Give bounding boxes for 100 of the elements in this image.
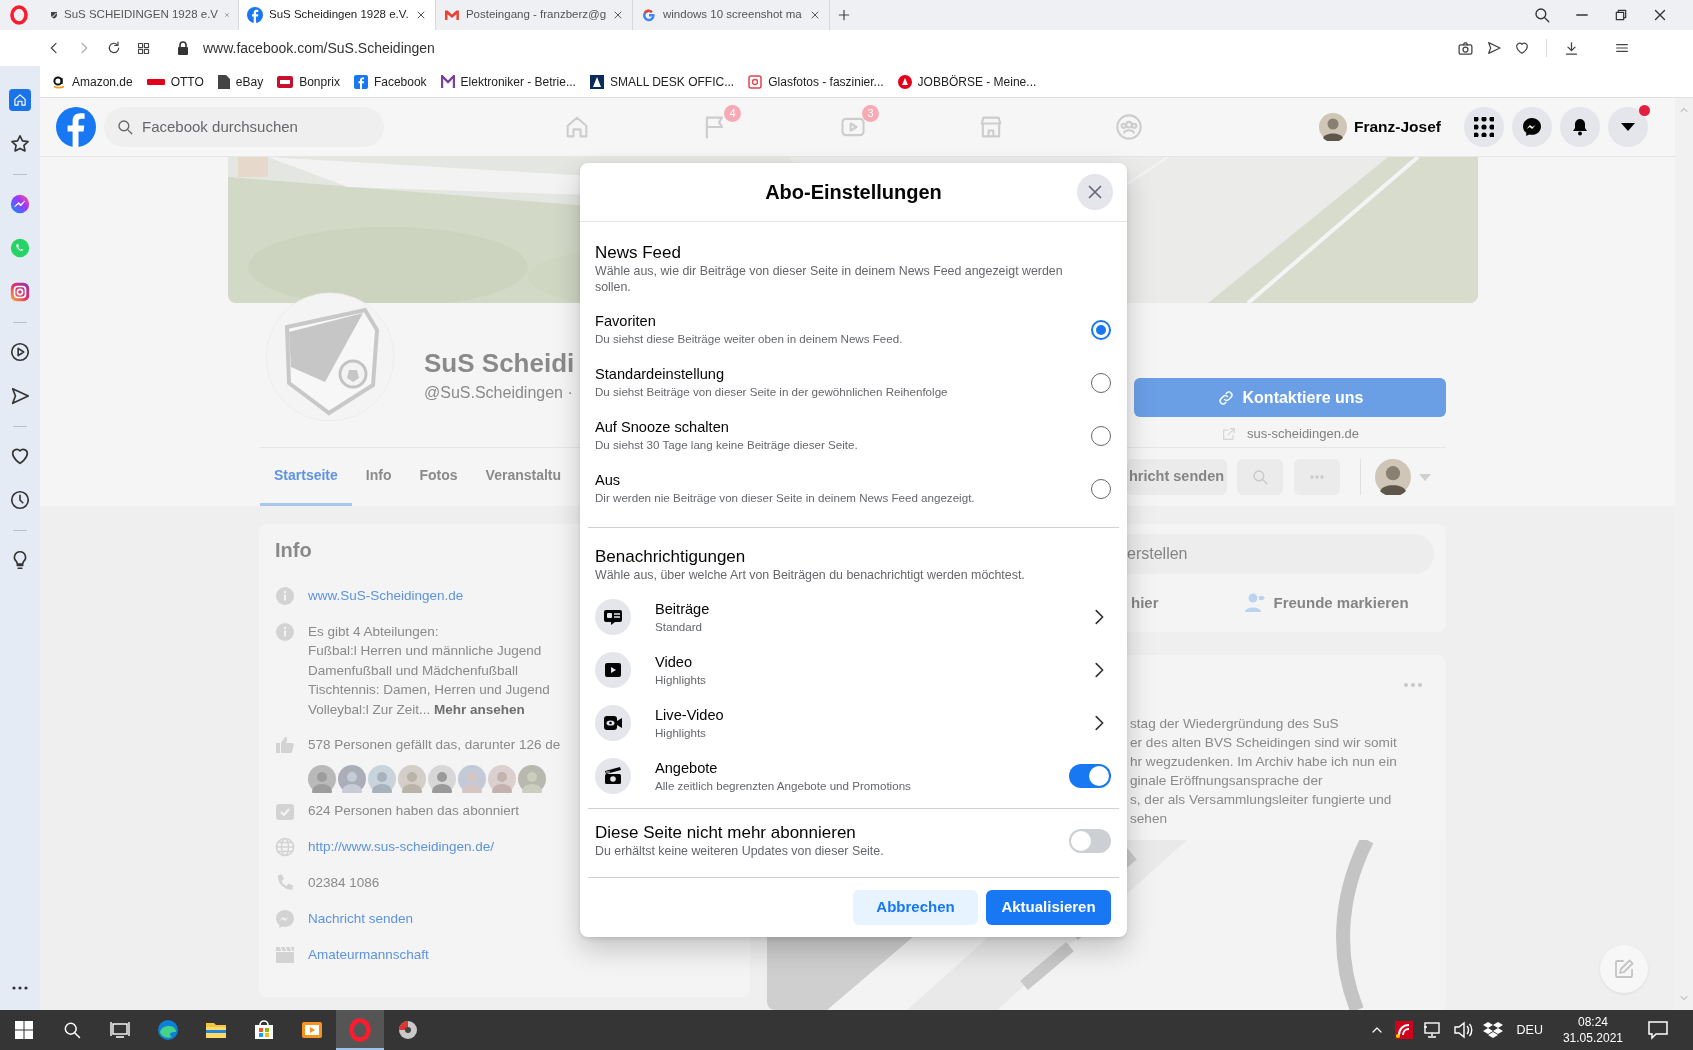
search-icon bbox=[1251, 468, 1269, 486]
notification-badge: 3 bbox=[862, 105, 879, 122]
notification-title: Video bbox=[655, 652, 694, 672]
facebook-logo-icon[interactable] bbox=[56, 107, 96, 147]
network-icon[interactable] bbox=[1422, 1021, 1443, 1039]
notification-title: Angebote bbox=[655, 758, 719, 778]
bookmark-link[interactable]: eBay bbox=[217, 72, 264, 91]
bookmark-link[interactable]: Facebook bbox=[353, 72, 427, 91]
toggle-switch[interactable] bbox=[1069, 829, 1111, 853]
volume-icon[interactable] bbox=[1452, 1021, 1473, 1039]
edit-icon bbox=[1612, 957, 1636, 981]
globe-icon bbox=[275, 837, 295, 858]
more-icon[interactable] bbox=[12, 986, 28, 990]
avatar bbox=[1319, 113, 1347, 141]
messenger-icon[interactable] bbox=[9, 193, 31, 215]
option-title: Standardeinstellung bbox=[595, 365, 725, 384]
search-input[interactable]: Facebook durchsuchen bbox=[142, 115, 362, 139]
avatar bbox=[1375, 459, 1411, 495]
play-icon[interactable] bbox=[9, 341, 31, 363]
option-description: Du siehst diese Beiträge weiter oben in deinem News Feed. bbox=[595, 331, 904, 347]
section-title: Info bbox=[275, 538, 312, 562]
search-bar[interactable]: Facebook durchsuchen bbox=[104, 107, 384, 147]
search-icon[interactable] bbox=[62, 1020, 82, 1040]
notification-subtitle: Highlights bbox=[655, 671, 707, 688]
ticket-icon bbox=[595, 758, 631, 794]
account-menu-button[interactable] bbox=[1608, 107, 1648, 147]
download-icon[interactable] bbox=[1563, 39, 1580, 57]
tabs-grid-icon[interactable] bbox=[136, 40, 151, 56]
shopping-bag-icon[interactable] bbox=[252, 1018, 276, 1042]
task-view-icon[interactable] bbox=[110, 1020, 130, 1040]
search-icon[interactable] bbox=[1533, 6, 1551, 24]
info-text: 624 Personen haben das abonniert bbox=[308, 802, 519, 821]
caret-icon bbox=[1621, 123, 1635, 131]
option-description: Dir werden nie Beiträge von dieser Seite in deinem News Feed angezeigt. bbox=[595, 490, 976, 506]
profile-link[interactable]: Franz-Josef bbox=[1319, 113, 1441, 141]
update-button[interactable]: Aktualisieren bbox=[986, 890, 1111, 925]
send-icon[interactable] bbox=[1486, 40, 1502, 56]
bookmark-link[interactable]: OTTO bbox=[146, 72, 204, 91]
facebook-icon bbox=[247, 7, 263, 23]
address-field[interactable]: www.facebook.com/SuS.Scheidingen bbox=[177, 37, 1397, 59]
notification-title: Live-Video bbox=[655, 705, 725, 725]
bookmark-link[interactable]: Elektroniker - Betrie... bbox=[440, 72, 576, 91]
bookmark-link[interactable]: Glasfotos - faszinier... bbox=[748, 72, 884, 91]
section-description: Du erhältst keine weiteren Updates von dieser Seite. bbox=[595, 843, 885, 859]
notification-title: Beiträge bbox=[655, 599, 711, 619]
language-indicator[interactable]: DEU bbox=[1516, 1020, 1543, 1040]
google-icon bbox=[641, 7, 657, 23]
m-shape-icon bbox=[440, 74, 455, 89]
lock-icon bbox=[177, 41, 189, 55]
notification-subtitle: Alle zeitlich begrenzten Angebote und Promotions bbox=[655, 777, 912, 794]
toggle-switch[interactable] bbox=[1069, 764, 1111, 788]
edge-icon[interactable] bbox=[156, 1018, 180, 1042]
plus-icon[interactable] bbox=[836, 7, 852, 23]
option-description: Du siehst Beiträge von dieser Seite in der gewöhnlichen Reihenfolge bbox=[595, 384, 949, 400]
star-icon[interactable] bbox=[9, 133, 31, 155]
notification-badge: 4 bbox=[724, 105, 741, 122]
taskbar-clock[interactable]: 08:24 31.05.2021 bbox=[1556, 1014, 1629, 1046]
bookmark-link[interactable]: SMALL DESK OFFIC... bbox=[589, 72, 735, 91]
home-icon[interactable] bbox=[9, 89, 31, 111]
box-icon[interactable] bbox=[1482, 1021, 1503, 1039]
option-title: Auf Snooze schalten bbox=[595, 418, 730, 437]
windows-icon[interactable] bbox=[15, 1021, 33, 1039]
photo-frame-icon bbox=[748, 74, 763, 89]
bookmark-link[interactable]: JOBBÖRSE - Meine... bbox=[897, 72, 1037, 91]
info-icon bbox=[275, 586, 295, 606]
instagram-icon[interactable] bbox=[9, 281, 31, 303]
facebook-icon bbox=[353, 74, 368, 89]
grid-icon bbox=[1474, 117, 1494, 137]
messenger-button[interactable] bbox=[1512, 107, 1552, 147]
messenger-icon bbox=[275, 909, 295, 930]
close-icon[interactable] bbox=[809, 9, 821, 21]
opera-logo-icon[interactable] bbox=[9, 5, 29, 25]
browser-tab[interactable]: SuS Scheidingen 1928 e.V. bbox=[239, 0, 436, 30]
camera-icon[interactable] bbox=[1457, 39, 1474, 57]
reload-icon[interactable] bbox=[106, 40, 122, 56]
heart-icon[interactable] bbox=[1514, 40, 1530, 56]
section-title: Benachrichtigungen bbox=[595, 547, 747, 567]
page-name: SuS Scheidi bbox=[424, 347, 575, 379]
section-title: Diese Seite nicht mehr abonnieren bbox=[595, 823, 857, 843]
clock-icon[interactable] bbox=[9, 489, 31, 511]
bell-icon bbox=[1570, 117, 1590, 137]
close-icon[interactable] bbox=[415, 9, 427, 21]
radio-button[interactable] bbox=[1091, 319, 1111, 340]
close-icon[interactable] bbox=[612, 9, 624, 21]
notification-icon[interactable] bbox=[1647, 1020, 1669, 1040]
cancel-button[interactable]: Abbrechen bbox=[853, 890, 978, 925]
bookmark-link[interactable]: Bonprix bbox=[277, 72, 340, 91]
send-icon[interactable] bbox=[9, 385, 31, 407]
restore-icon[interactable] bbox=[1613, 7, 1629, 23]
website-link[interactable]: sus-scheidingen.de bbox=[1247, 424, 1359, 444]
ball-icon[interactable] bbox=[396, 1018, 420, 1042]
option-title: Aus bbox=[595, 471, 622, 490]
more-icon bbox=[1310, 475, 1324, 479]
apps-button[interactable] bbox=[1464, 107, 1504, 147]
person-tag-icon bbox=[1243, 593, 1266, 613]
info-text: 578 Personen gefällt das, darunter 126 de bbox=[308, 736, 561, 755]
notifications-button[interactable] bbox=[1560, 107, 1600, 147]
clapperboard-icon bbox=[275, 945, 295, 966]
checkbox-icon bbox=[275, 801, 295, 822]
bookmark-link[interactable]: Amazon.de bbox=[52, 72, 133, 91]
